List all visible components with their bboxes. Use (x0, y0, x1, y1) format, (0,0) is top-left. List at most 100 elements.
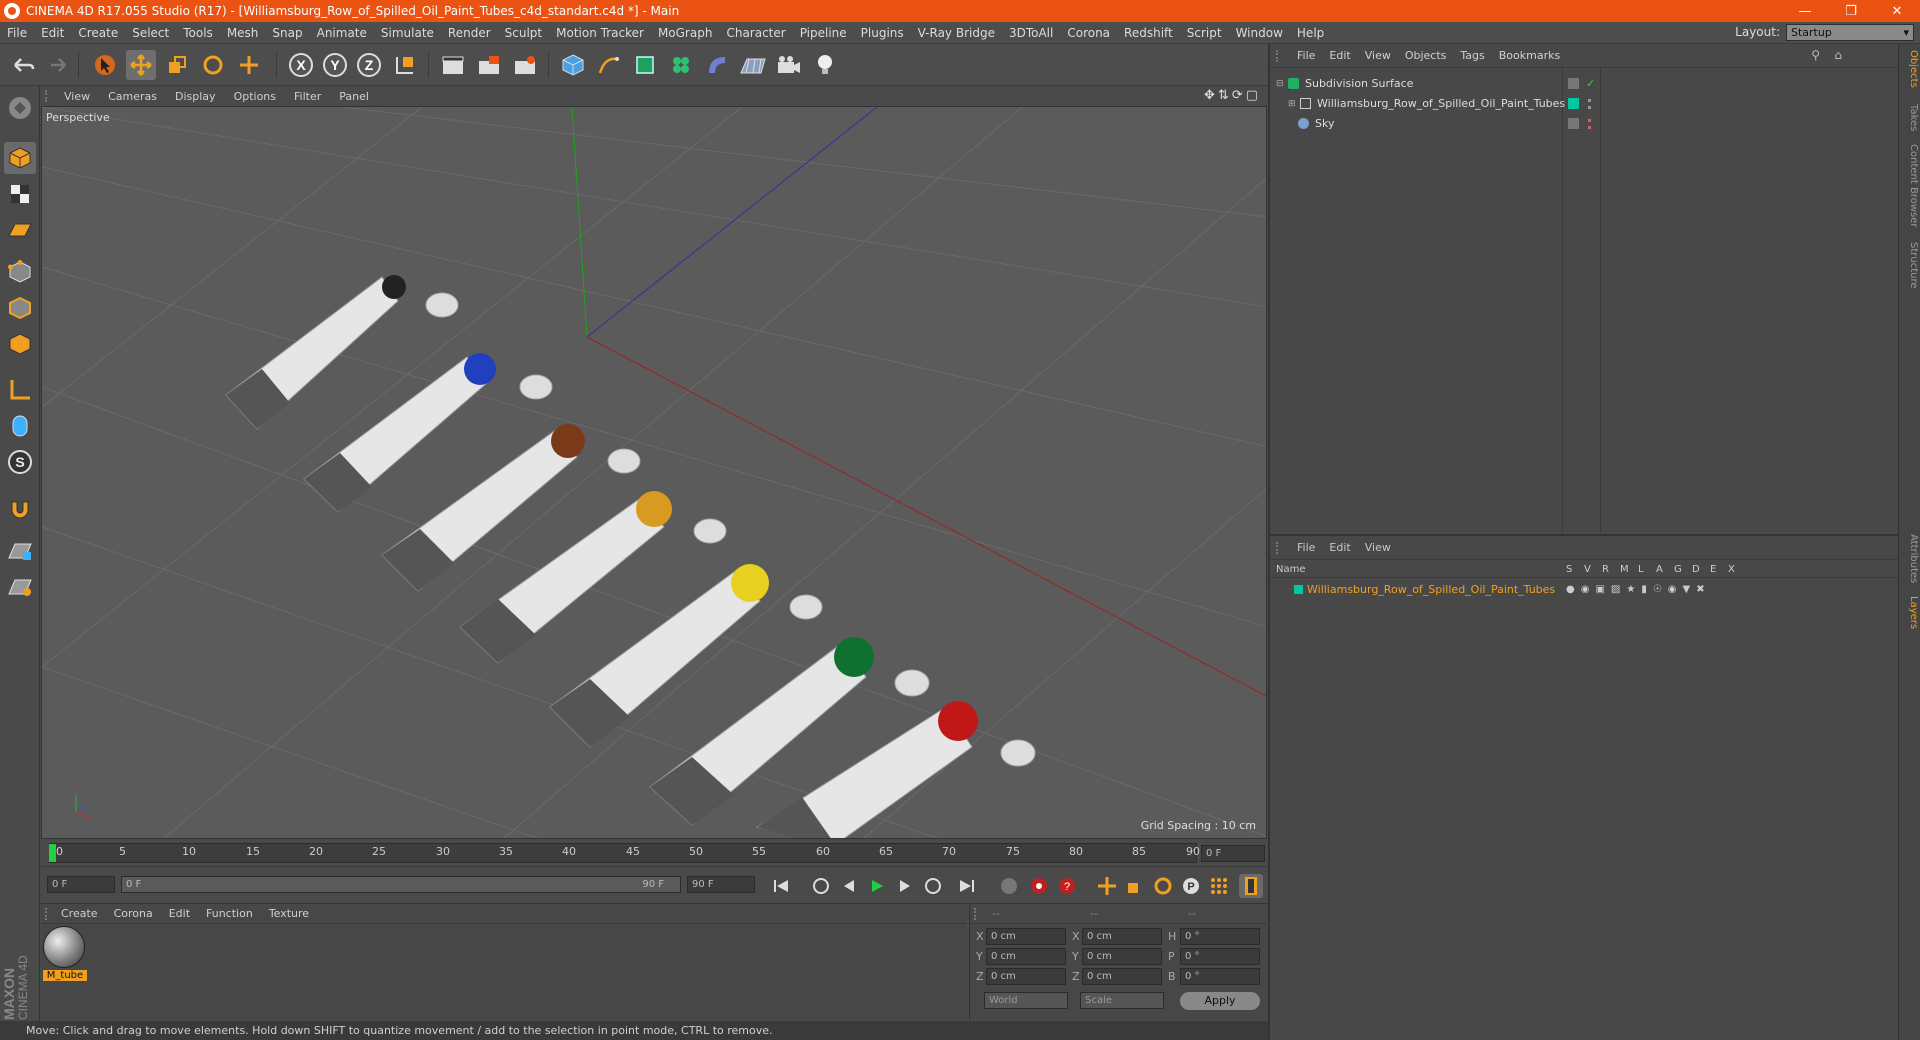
menu-window[interactable]: Window (1229, 26, 1290, 40)
size-y-field[interactable]: 0 cm (1082, 948, 1162, 965)
frame-range-slider[interactable]: 0 F 90 F (121, 876, 681, 893)
previous-frame-button[interactable] (837, 874, 861, 898)
viewport-menu-display[interactable]: Display (166, 90, 225, 103)
object-row-subdivision[interactable]: ⊟ Subdivision Surface ✓ (1270, 74, 1900, 93)
model-mode-button[interactable] (4, 142, 36, 174)
magnet-button[interactable] (4, 492, 36, 524)
size-x-field[interactable]: 0 cm (1082, 928, 1162, 945)
spline-pen-button[interactable] (594, 50, 624, 80)
key-rotation-button[interactable] (1151, 874, 1175, 898)
record-button[interactable] (1027, 874, 1051, 898)
menu-select[interactable]: Select (125, 26, 176, 40)
menu-pipeline[interactable]: Pipeline (793, 26, 854, 40)
menu-character[interactable]: Character (719, 26, 792, 40)
current-frame-field[interactable]: 0 F (1201, 845, 1265, 862)
edit-toggle-icon[interactable] (1568, 118, 1579, 129)
menu-mograph[interactable]: MoGraph (651, 26, 720, 40)
material-menu-create[interactable]: Create (53, 907, 106, 920)
viewport-menu-filter[interactable]: Filter (285, 90, 330, 103)
viewport-nav-icons[interactable]: ✥⇅⟳▢ (1204, 88, 1261, 103)
object-menu-file[interactable]: File (1290, 49, 1322, 62)
menu-plugins[interactable]: Plugins (854, 26, 911, 40)
mograph-cloner-button[interactable] (666, 50, 696, 80)
object-menu-objects[interactable]: Objects (1398, 49, 1454, 62)
check-icon[interactable]: ✓ (1586, 77, 1595, 90)
start-frame-field[interactable]: 0 F (47, 876, 115, 893)
menu-sculpt[interactable]: Sculpt (498, 26, 549, 40)
points-mode-button[interactable] (4, 256, 36, 288)
x-axis-button[interactable]: X (286, 50, 316, 80)
end-frame-field[interactable]: 90 F (687, 876, 755, 893)
viewport-menu-view[interactable]: View (55, 90, 99, 103)
coordinate-system-button[interactable] (390, 50, 420, 80)
tweak-mode-button[interactable] (4, 410, 36, 442)
rotation-h-field[interactable]: 0 ° (1180, 928, 1260, 945)
maximize-button[interactable]: ❐ (1828, 0, 1874, 22)
redo-button[interactable] (42, 50, 72, 80)
timeline-ruler[interactable]: 0 5 10 15 20 25 30 35 40 45 50 55 60 65 … (41, 841, 1267, 865)
go-to-start-button[interactable] (769, 874, 793, 898)
search-icon[interactable]: ⚲ (1811, 48, 1820, 62)
close-button[interactable]: ✕ (1874, 0, 1920, 22)
coord-system-select[interactable]: World (984, 992, 1068, 1009)
planar-workplane-button[interactable] (4, 572, 36, 604)
menu-animate[interactable]: Animate (310, 26, 374, 40)
menu-redshift[interactable]: Redshift (1117, 26, 1180, 40)
transform-tool-button[interactable] (234, 50, 264, 80)
next-frame-button[interactable] (893, 874, 917, 898)
menu-edit[interactable]: Edit (34, 26, 71, 40)
menu-snap[interactable]: Snap (265, 26, 309, 40)
layer-menu-file[interactable]: File (1290, 541, 1322, 554)
tab-objects[interactable]: Objects (1901, 50, 1919, 88)
y-axis-button[interactable]: Y (320, 50, 350, 80)
object-menu-tags[interactable]: Tags (1453, 49, 1491, 62)
make-editable-button[interactable] (4, 92, 36, 124)
home-icon[interactable]: ⌂ (1834, 48, 1842, 62)
edges-mode-button[interactable] (4, 292, 36, 324)
subdivision-button[interactable] (630, 50, 660, 80)
object-menu-view[interactable]: View (1358, 49, 1398, 62)
scale-tool-button[interactable] (162, 50, 192, 80)
menu-tools[interactable]: Tools (176, 26, 220, 40)
menu-help[interactable]: Help (1290, 26, 1331, 40)
playhead[interactable] (49, 844, 56, 862)
menu-motion-tracker[interactable]: Motion Tracker (549, 26, 651, 40)
position-z-field[interactable]: 0 cm (986, 968, 1066, 985)
deformer-button[interactable] (702, 50, 732, 80)
layout-select[interactable]: Startup ▾ (1786, 24, 1914, 41)
tab-attributes[interactable]: Attributes (1901, 534, 1919, 583)
key-scale-button[interactable] (1123, 874, 1147, 898)
locked-workplane-button[interactable] (4, 536, 36, 568)
object-row-sky[interactable]: Sky (1270, 114, 1900, 133)
menu-create[interactable]: Create (71, 26, 125, 40)
texture-mode-button[interactable] (4, 178, 36, 210)
key-pla-button[interactable] (1207, 874, 1231, 898)
tab-structure[interactable]: Structure (1901, 242, 1919, 289)
layer-row[interactable]: Williamsburg_Row_of_Spilled_Oil_Paint_Tu… (1270, 580, 1900, 599)
camera-button[interactable] (774, 50, 804, 80)
previous-keyframe-button[interactable] (809, 874, 833, 898)
perspective-viewport[interactable]: Perspective Grid Spacing : 10 cm (41, 106, 1267, 839)
timeline-window-button[interactable] (1239, 874, 1263, 898)
edit-toggle-icon[interactable] (1568, 78, 1579, 89)
tab-layers[interactable]: Layers (1901, 596, 1919, 629)
next-keyframe-button[interactable] (921, 874, 945, 898)
play-button[interactable] (865, 874, 889, 898)
motion-path-button[interactable] (997, 874, 1021, 898)
undo-button[interactable] (8, 50, 38, 80)
select-tool-button[interactable] (90, 50, 120, 80)
menu-vray-bridge[interactable]: V-Ray Bridge (911, 26, 1002, 40)
autokey-button[interactable]: ? (1055, 874, 1079, 898)
coord-mode-select[interactable]: Scale (1080, 992, 1164, 1009)
menu-3dtoall[interactable]: 3DToAll (1002, 26, 1060, 40)
workplane-mode-button[interactable] (4, 214, 36, 246)
tab-content-browser[interactable]: Content Browser (1901, 144, 1919, 227)
material-menu-edit[interactable]: Edit (161, 907, 198, 920)
object-menu-edit[interactable]: Edit (1322, 49, 1357, 62)
rotation-p-field[interactable]: 0 ° (1180, 948, 1260, 965)
key-position-button[interactable] (1095, 874, 1119, 898)
go-to-end-button[interactable] (955, 874, 979, 898)
layer-menu-edit[interactable]: Edit (1322, 541, 1357, 554)
collapse-icon[interactable]: ⊟ (1276, 79, 1286, 89)
menu-mesh[interactable]: Mesh (220, 26, 266, 40)
